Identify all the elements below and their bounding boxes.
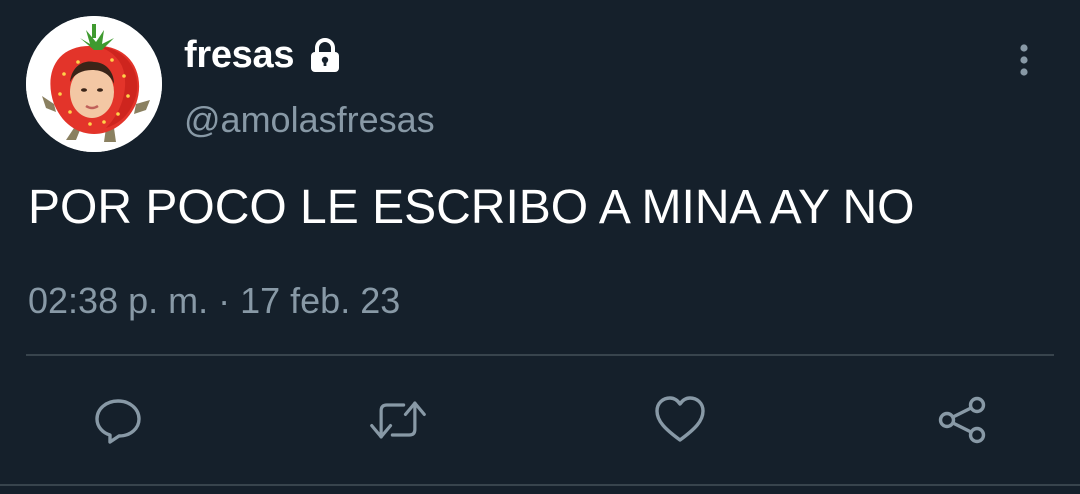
like-button[interactable]: [650, 390, 710, 450]
more-vertical-icon[interactable]: [1006, 40, 1042, 80]
strawberry-avatar-icon: [26, 16, 162, 152]
action-bar: [0, 390, 1080, 450]
tweet-timestamp[interactable]: 02:38 p. m. · 17 feb. 23: [28, 278, 400, 324]
bottom-divider: [0, 484, 1080, 486]
divider: [26, 354, 1054, 356]
reply-button[interactable]: [88, 390, 148, 450]
retweet-button[interactable]: [368, 390, 428, 450]
display-name-row: fresas: [184, 30, 344, 80]
like-icon: [655, 396, 705, 442]
tweet-text: POR POCO LE ESCRIBO A MINA AY NO: [28, 181, 915, 234]
tweet-card: fresas @amolasfresas POR POCO LE ESCRIBO…: [0, 0, 1080, 494]
share-button[interactable]: [932, 390, 992, 450]
user-handle[interactable]: @amolasfresas: [184, 96, 435, 144]
retweet-icon: [370, 401, 426, 439]
avatar[interactable]: [26, 16, 162, 152]
share-icon: [938, 396, 986, 444]
display-name[interactable]: fresas: [184, 36, 294, 74]
reply-icon: [95, 399, 141, 444]
lock-icon: [306, 36, 344, 74]
